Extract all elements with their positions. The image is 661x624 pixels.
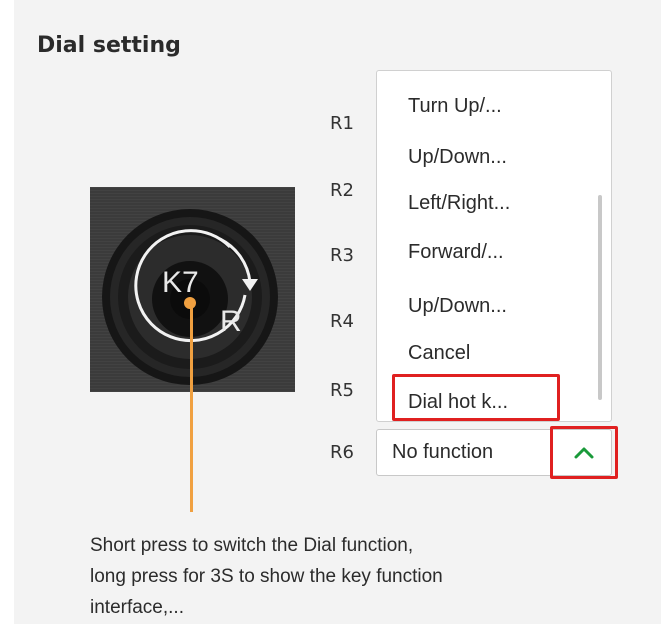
caption-line-2: long press for 3S to show the key functi…: [90, 566, 443, 587]
dropdown-item-forward[interactable]: Forward/...: [408, 241, 504, 264]
caption-line-1: Short press to switch the Dial function,: [90, 535, 414, 556]
dropdown-item-up-down[interactable]: Up/Down...: [408, 146, 507, 169]
dial-r-label: R: [220, 305, 242, 338]
row-label-r2: R2: [330, 180, 354, 201]
panel-title: Dial setting: [37, 33, 181, 58]
row-label-r6: R6: [330, 442, 354, 463]
callout-caption: Short press to switch the Dial function,…: [90, 530, 650, 623]
row-label-r4: R4: [330, 311, 354, 332]
callout-leader-line: [190, 302, 193, 512]
dropdown-item-up-down-2[interactable]: Up/Down...: [408, 295, 507, 318]
row-label-r1: R1: [330, 113, 354, 134]
highlight-box-dial-hot-key: [392, 374, 560, 421]
row-label-r3: R3: [330, 245, 354, 266]
r6-select-value: No function: [392, 441, 494, 463]
chevron-up-icon: [574, 447, 594, 458]
dial-k7-label: K7: [162, 266, 199, 299]
callout-leader-dot: [184, 297, 196, 309]
caption-line-3: interface,...: [90, 597, 184, 618]
dropdown-scrollbar[interactable]: [598, 195, 602, 400]
dropdown-toggle-button[interactable]: [550, 426, 618, 479]
dropdown-item-left-right[interactable]: Left/Right...: [408, 192, 510, 215]
dropdown-item-cancel[interactable]: Cancel: [408, 342, 470, 365]
dropdown-item-turn-up[interactable]: Turn Up/...: [408, 95, 502, 118]
row-label-r5: R5: [330, 380, 354, 401]
